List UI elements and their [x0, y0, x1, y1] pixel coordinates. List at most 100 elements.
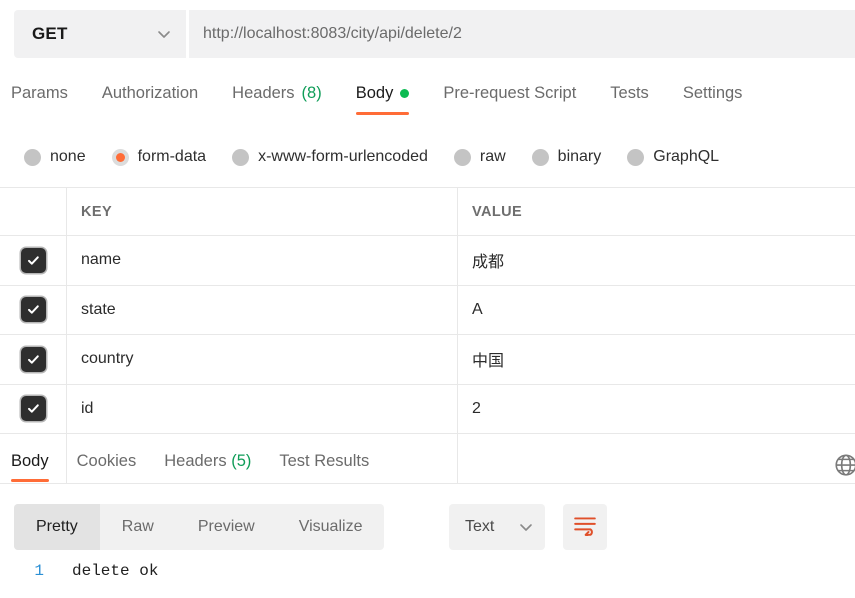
- checkbox-checked-icon[interactable]: [20, 346, 46, 372]
- tab-label: Body: [355, 84, 394, 102]
- row-value[interactable]: 中国: [458, 335, 855, 384]
- row-key[interactable]: state: [67, 285, 458, 334]
- view-mode-visualize[interactable]: Visualize: [277, 504, 385, 550]
- radio-icon: [627, 148, 645, 166]
- row-value[interactable]: 2: [458, 385, 855, 434]
- radio-label: GraphQL: [653, 148, 720, 165]
- response-tab-body[interactable]: Body: [11, 452, 49, 482]
- response-body-viewer[interactable]: 1 delete ok: [0, 562, 855, 598]
- active-tab-underline: [11, 479, 49, 482]
- word-wrap-button[interactable]: [563, 504, 607, 550]
- request-tab-bar: Params Authorization Headers (8) Body Pr…: [0, 84, 855, 126]
- url-text: http://localhost:8083/city/api/delete/2: [203, 25, 462, 42]
- radio-label: form-data: [137, 148, 207, 165]
- line-content: delete ok: [72, 562, 159, 580]
- tab-authorization[interactable]: Authorization: [102, 84, 198, 115]
- row-key[interactable]: id: [67, 384, 458, 433]
- code-line: 1 delete ok: [0, 562, 855, 580]
- radio-label: x-www-form-urlencoded: [258, 148, 428, 165]
- response-headers-count-badge: (5): [231, 452, 252, 470]
- word-wrap-icon: [573, 514, 597, 541]
- row-value[interactable]: A: [458, 286, 855, 335]
- radio-icon: [453, 148, 471, 166]
- row-key[interactable]: country: [67, 335, 458, 384]
- row-checkbox-cell: [0, 285, 67, 334]
- view-mode-raw[interactable]: Raw: [100, 504, 176, 550]
- headers-count-badge: (8): [301, 84, 322, 102]
- header-checkbox-cell: [0, 188, 67, 235]
- table-row[interactable]: country 中国: [0, 335, 855, 385]
- http-method-dropdown[interactable]: GET: [14, 10, 186, 58]
- response-tab-headers[interactable]: Headers (5): [164, 452, 251, 482]
- table-row[interactable]: id 2: [0, 384, 855, 434]
- body-type-form-data[interactable]: form-data: [111, 148, 207, 166]
- tab-label: Headers: [164, 452, 227, 470]
- radio-label: binary: [557, 148, 602, 165]
- body-type-x-www-form-urlencoded[interactable]: x-www-form-urlencoded: [232, 148, 428, 166]
- tab-label: Body: [11, 452, 49, 470]
- body-type-graphql[interactable]: GraphQL: [627, 148, 719, 166]
- tab-headers[interactable]: Headers (8): [232, 84, 322, 115]
- tab-label: Test Results: [279, 452, 370, 470]
- column-header-key: KEY: [67, 188, 458, 235]
- tab-tests[interactable]: Tests: [610, 84, 649, 115]
- radio-icon: [24, 148, 41, 166]
- view-mode-label: Visualize: [298, 518, 363, 535]
- table-row[interactable]: state A: [0, 285, 855, 335]
- tab-label: Pre-request Script: [443, 84, 577, 102]
- radio-icon: [232, 148, 250, 166]
- checkbox-checked-icon[interactable]: [20, 396, 46, 422]
- body-type-radio-group: none form-data x-www-form-urlencoded raw…: [0, 140, 855, 174]
- response-tab-test-results[interactable]: Test Results: [279, 452, 369, 482]
- view-mode-label: Pretty: [36, 518, 78, 535]
- row-checkbox-cell: [0, 384, 67, 433]
- form-data-table: KEY VALUE name 成都 state A country 中国 id …: [0, 187, 855, 484]
- response-format-dropdown[interactable]: Text: [449, 504, 545, 550]
- row-checkbox-cell: [0, 236, 67, 285]
- radio-selected-icon: [111, 148, 129, 166]
- tab-label: Tests: [610, 84, 649, 102]
- body-type-none[interactable]: none: [24, 148, 86, 166]
- view-mode-label: Preview: [197, 518, 255, 535]
- radio-label: none: [50, 148, 86, 165]
- chevron-down-icon: [156, 26, 172, 42]
- tab-settings[interactable]: Settings: [683, 84, 743, 115]
- row-value[interactable]: 成都: [458, 236, 855, 285]
- checkbox-checked-icon[interactable]: [20, 247, 46, 273]
- response-toolbar: Pretty Raw Preview Visualize Text: [0, 504, 855, 552]
- url-input[interactable]: http://localhost:8083/city/api/delete/2: [189, 10, 855, 58]
- globe-icon[interactable]: [833, 452, 855, 478]
- http-method-label: GET: [32, 24, 68, 43]
- url-bar: GET http://localhost:8083/city/api/delet…: [0, 0, 855, 68]
- body-type-raw[interactable]: raw: [453, 148, 506, 166]
- tab-label: Headers: [232, 84, 295, 102]
- tab-body[interactable]: Body: [355, 84, 410, 115]
- table-header-row: KEY VALUE: [0, 188, 855, 236]
- body-type-binary[interactable]: binary: [531, 148, 602, 166]
- response-format-label: Text: [465, 518, 495, 535]
- tab-params[interactable]: Params: [11, 84, 68, 115]
- response-tab-cookies[interactable]: Cookies: [77, 452, 137, 482]
- view-mode-preview[interactable]: Preview: [176, 504, 277, 550]
- postman-request-response-pane: GET http://localhost:8083/city/api/delet…: [0, 0, 855, 598]
- chevron-down-icon: [518, 519, 534, 535]
- response-view-mode-group: Pretty Raw Preview Visualize: [14, 504, 385, 550]
- response-tab-bar: Body Cookies Headers (5) Test Results: [0, 452, 855, 488]
- row-checkbox-cell: [0, 335, 67, 384]
- tab-label: Cookies: [76, 452, 137, 470]
- row-key[interactable]: name: [67, 236, 458, 285]
- line-number: 1: [34, 562, 44, 580]
- column-header-value: VALUE: [472, 203, 523, 220]
- tab-pre-request-script[interactable]: Pre-request Script: [443, 84, 576, 115]
- table-row[interactable]: name 成都: [0, 236, 855, 286]
- tab-label: Params: [11, 84, 68, 102]
- tab-label: Settings: [682, 84, 743, 102]
- checkbox-checked-icon[interactable]: [20, 297, 46, 323]
- view-mode-pretty[interactable]: Pretty: [14, 504, 100, 550]
- radio-label: raw: [479, 148, 506, 165]
- active-tab-underline: [355, 112, 410, 115]
- view-mode-label: Raw: [121, 518, 154, 535]
- body-status-dot-icon: [400, 89, 410, 98]
- tab-label: Authorization: [101, 84, 199, 102]
- radio-icon: [531, 148, 549, 166]
